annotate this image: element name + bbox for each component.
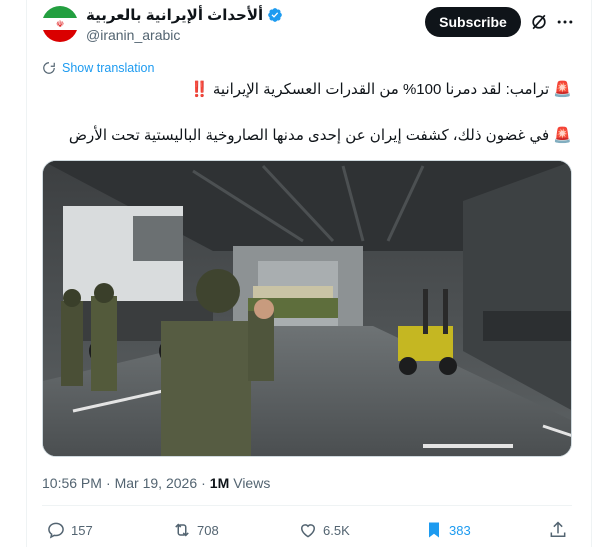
tweet-date[interactable]: Mar 19, 2026 (115, 475, 198, 491)
translate-icon (43, 62, 55, 74)
meta-separator: · (105, 475, 111, 491)
views-count: 1M (209, 475, 230, 491)
reply-button[interactable]: 157 (46, 520, 93, 540)
tweet-meta: 10:56 PM · Mar 19, 2026 · 1M Views (42, 475, 270, 491)
show-translation-link[interactable]: Show translation (42, 61, 154, 75)
share-button[interactable] (548, 520, 568, 540)
display-name[interactable]: ألأحداث ألإيرانية بالعربية (86, 6, 263, 24)
repost-button[interactable]: 708 (172, 520, 219, 540)
reply-icon (48, 522, 64, 539)
repost-icon (175, 523, 189, 537)
meta-separator: · (201, 475, 206, 491)
tweet-actions: 157 708 6.5K 383 (42, 520, 572, 544)
tweet-video[interactable] (42, 160, 572, 457)
left-border (26, 0, 27, 547)
tweet-time[interactable]: 10:56 PM (42, 475, 102, 491)
heart-icon (300, 524, 316, 538)
subscribe-button[interactable]: Subscribe (425, 7, 521, 37)
like-count: 6.5K (323, 522, 350, 538)
more-icon[interactable] (555, 12, 575, 32)
display-name-row[interactable]: ألأحداث ألإيرانية بالعربية (86, 6, 283, 24)
like-button[interactable]: 6.5K (298, 520, 350, 540)
share-icon (550, 521, 566, 537)
show-translation-label[interactable]: Show translation (62, 61, 154, 75)
views-label: Views (233, 475, 271, 491)
right-border (591, 0, 592, 547)
reply-count: 157 (71, 522, 93, 538)
tweet-text-line-1: 🚨 ترامب: لقد دمرنا 100% من القدرات العسك… (190, 81, 572, 98)
video-frame (43, 161, 571, 456)
repost-count: 708 (197, 522, 219, 538)
tweet-text-line-2: 🚨 في غضون ذلك، كشفت إيران عن إحدى مدنها … (68, 127, 572, 144)
action-divider (42, 505, 572, 506)
iran-flag-avatar[interactable]: ☫ (42, 6, 78, 42)
bookmark-button[interactable]: 383 (424, 520, 471, 540)
grok-icon[interactable] (529, 12, 549, 32)
bookmark-icon (429, 522, 439, 538)
account-handle[interactable]: @iranin_arabic (86, 27, 180, 43)
bookmark-count: 383 (449, 522, 471, 538)
verified-badge-icon (268, 8, 282, 22)
